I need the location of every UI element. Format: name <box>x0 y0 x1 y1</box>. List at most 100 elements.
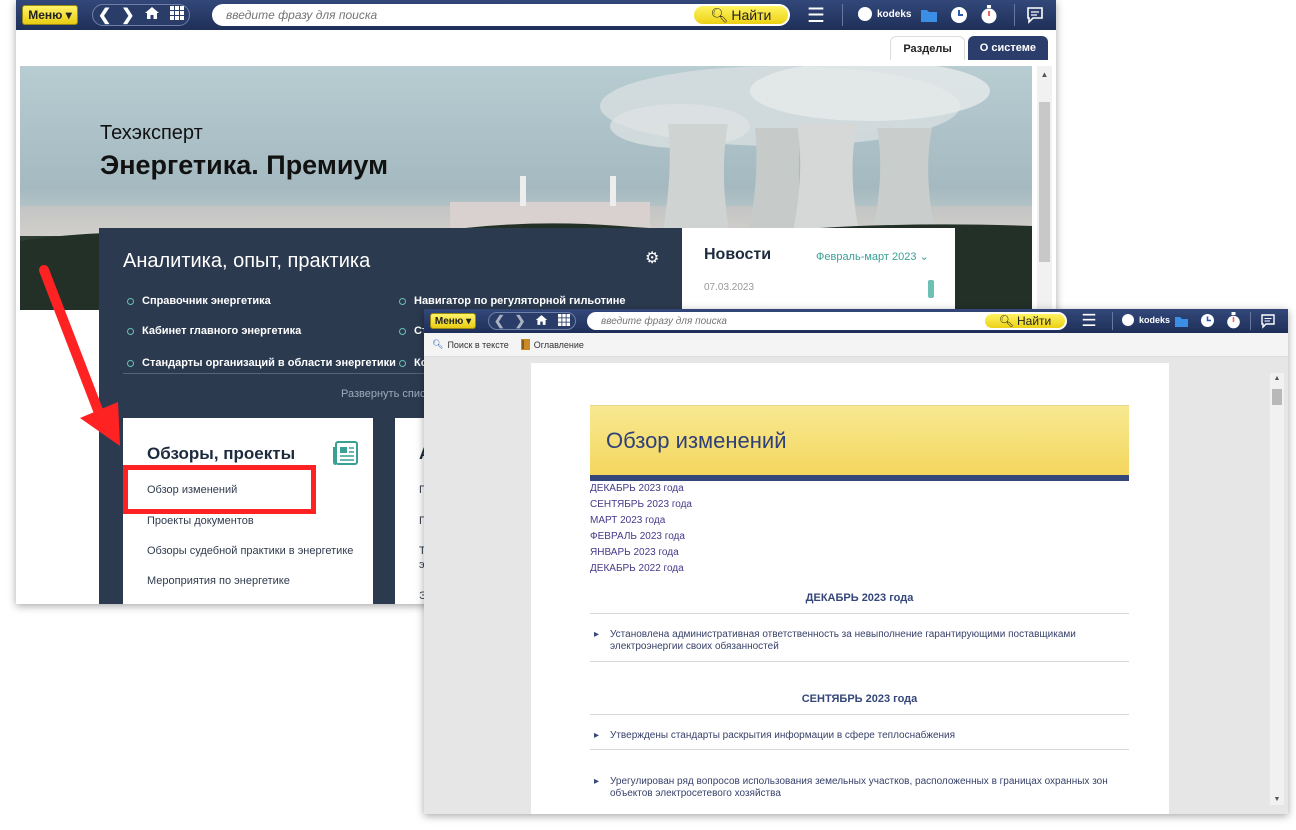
home-icon[interactable] <box>535 314 548 329</box>
news-period-select[interactable]: Февраль-март 2023 ⌄ <box>816 250 929 263</box>
chat-icon[interactable] <box>1260 313 1276 329</box>
forward-icon[interactable]: ❯ <box>121 5 134 25</box>
section-heading: СЕНТЯБРЬ 2023 года <box>801 693 918 705</box>
clock-icon[interactable] <box>1200 313 1215 328</box>
scroll-down-icon[interactable]: ▼ <box>1270 796 1284 803</box>
toc-link[interactable]: СЕНТЯБРЬ 2023 года <box>590 499 692 510</box>
doc-scrollbar[interactable]: ▲ ▼ <box>1270 373 1284 805</box>
hamburger-icon[interactable]: ☰ <box>1080 311 1098 330</box>
change-item-link[interactable]: Установлена административная ответственн… <box>590 629 1129 653</box>
section-heading: ДЕКАБРЬ 2023 года <box>805 592 914 604</box>
contents-button[interactable]: Оглавление <box>520 339 584 350</box>
search-icon: 🔍︎ <box>710 6 729 23</box>
find-button-label: Найти <box>1016 314 1052 328</box>
tab-sections[interactable]: Разделы <box>890 36 965 60</box>
scroll-thumb[interactable] <box>1272 389 1282 405</box>
menu-button[interactable]: Меню ▾ <box>430 313 476 329</box>
bullet-icon <box>399 297 406 305</box>
hamburger-icon[interactable]: ☰ <box>806 5 826 27</box>
search-box: 🔍︎ Найти <box>587 312 1067 330</box>
nav-group: ❮ ❯ <box>488 312 576 330</box>
back-icon[interactable]: ❮ <box>98 5 111 25</box>
chevron-down-icon: ⌄ <box>919 251 929 263</box>
search-icon: 🔍︎ <box>998 314 1014 328</box>
toolbar-divider <box>1250 312 1251 330</box>
product-subtitle: Техэксперт <box>100 122 203 144</box>
document-window: Меню ▾ ❮ ❯ 🔍︎ Найти ☰ kodeks <box>424 309 1288 814</box>
bullet-icon <box>127 297 134 305</box>
divider <box>590 613 1129 614</box>
document-area: Обзор изменений ДЕКАБРЬ 2023 года СЕНТЯБ… <box>424 357 1288 814</box>
card-link-court-practice[interactable]: Обзоры судебной практики в энергетике <box>147 545 353 557</box>
toolbar-divider <box>842 4 843 26</box>
toc-link[interactable]: ЯНВАРЬ 2023 года <box>590 547 679 558</box>
user-account[interactable]: kodeks <box>858 7 911 21</box>
toc-link[interactable]: ДЕКАБРЬ 2022 года <box>590 563 684 574</box>
scroll-up-icon[interactable]: ▲ <box>1270 375 1284 382</box>
clock-icon[interactable] <box>950 6 968 24</box>
divider <box>590 714 1129 715</box>
find-button[interactable]: 🔍︎ Найти <box>985 314 1065 328</box>
panel-title: Аналитика, опыт, практика <box>123 250 371 272</box>
toc-link[interactable]: МАРТ 2023 года <box>590 515 665 526</box>
document-title: Обзор изменений <box>606 428 787 453</box>
panel-link[interactable]: Навигатор по регуляторной гильотине <box>399 295 626 307</box>
divider <box>590 661 1129 662</box>
section-tabs: Разделы О системе <box>890 36 1048 60</box>
menu-button[interactable]: Меню ▾ <box>22 5 78 25</box>
panel-link[interactable]: Стандарты организаций в области энергети… <box>127 357 396 369</box>
grid-icon[interactable] <box>170 5 185 25</box>
product-title: Энергетика. Премиум <box>100 150 389 180</box>
forward-icon[interactable]: ❯ <box>515 313 526 329</box>
newspaper-icon <box>333 440 359 471</box>
bullet-icon <box>127 327 134 335</box>
grid-icon[interactable] <box>558 313 571 329</box>
document-header: Обзор изменений <box>590 405 1129 475</box>
folder-icon[interactable] <box>920 7 938 23</box>
magnifier-icon: 🔍︎ <box>432 339 444 349</box>
home-icon[interactable] <box>144 6 160 25</box>
find-button[interactable]: 🔍︎ Найти <box>694 6 788 24</box>
timer-icon[interactable] <box>1226 312 1241 329</box>
user-account[interactable]: kodeks <box>1122 314 1170 326</box>
user-name: kodeks <box>1139 315 1171 325</box>
divider <box>590 749 1129 750</box>
expand-list-link[interactable]: Развернуть спис <box>341 388 425 400</box>
main-toolbar: Меню ▾ ❮ ❯ 🔍︎ Найти ☰ kodeks <box>16 0 1056 30</box>
scroll-up-icon[interactable]: ▲ <box>1037 70 1052 79</box>
gear-icon[interactable]: ⚙ <box>645 248 659 268</box>
card-link-draft-documents[interactable]: Проекты документов <box>147 515 254 527</box>
card-title: Обзоры, проекты <box>147 444 296 463</box>
back-icon[interactable]: ❮ <box>494 313 505 329</box>
search-in-text-button[interactable]: 🔍︎ Поиск в тексте <box>432 339 509 350</box>
user-avatar-icon <box>858 7 872 21</box>
find-button-label: Найти <box>731 7 772 23</box>
panel-link[interactable]: Кабинет главного энергетика <box>127 325 301 337</box>
scroll-thumb[interactable] <box>1039 102 1050 262</box>
search-box: 🔍︎ Найти <box>212 4 790 26</box>
news-date: 07.03.2023 <box>704 282 755 293</box>
panel-link[interactable]: Справочник энергетика <box>127 295 271 307</box>
news-widget: Новости Февраль-март 2023 ⌄ 07.03.2023 <box>682 228 955 318</box>
news-scroll-indicator <box>928 280 934 298</box>
bullet-icon <box>127 359 134 367</box>
book-icon <box>520 339 530 350</box>
toc-link[interactable]: ДЕКАБРЬ 2023 года <box>590 483 684 494</box>
timer-icon[interactable] <box>980 5 998 24</box>
change-item-link[interactable]: Урегулирован ряд вопросов использования … <box>590 776 1129 800</box>
user-avatar-icon <box>1122 314 1134 326</box>
folder-icon[interactable] <box>1174 314 1189 328</box>
user-name: kodeks <box>877 8 912 20</box>
doc-toolbar: Меню ▾ ❮ ❯ 🔍︎ Найти ☰ kodeks <box>424 309 1288 333</box>
header-underline <box>590 475 1129 481</box>
tab-about[interactable]: О системе <box>967 36 1048 60</box>
change-item-link[interactable]: Утверждены стандарты раскрытия информаци… <box>590 730 1129 742</box>
bullet-icon <box>399 359 406 367</box>
highlight-box <box>123 465 316 514</box>
chat-icon[interactable] <box>1026 6 1044 24</box>
toc-link[interactable]: ФЕВРАЛЬ 2023 года <box>590 531 685 542</box>
document-page: Обзор изменений ДЕКАБРЬ 2023 года СЕНТЯБ… <box>531 363 1169 814</box>
card-link-events[interactable]: Мероприятия по энергетике <box>147 575 290 587</box>
toolbar-divider <box>1112 312 1113 330</box>
doc-subtoolbar: 🔍︎ Поиск в тексте Оглавление <box>424 333 1288 357</box>
